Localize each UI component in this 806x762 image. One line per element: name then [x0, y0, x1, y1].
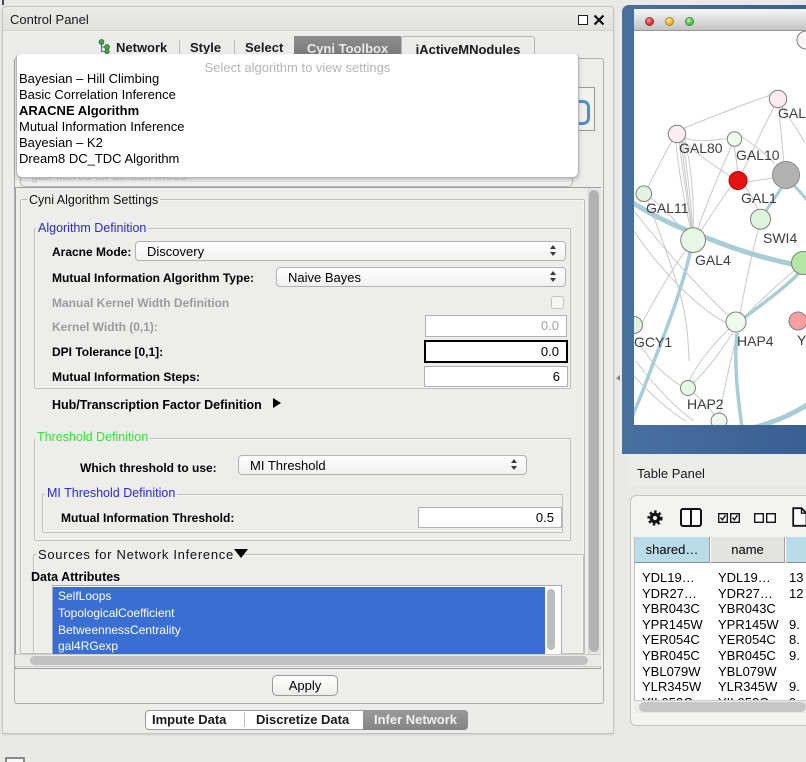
svg-text:HAP4: HAP4	[737, 333, 774, 349]
svg-text:GAL1: GAL1	[741, 190, 777, 206]
svg-text:GAL80: GAL80	[679, 140, 723, 156]
svg-text:GAL: GAL	[778, 105, 806, 121]
svg-text:SWI4: SWI4	[763, 230, 797, 246]
svg-text:HAP2: HAP2	[687, 396, 724, 412]
svg-text:Y: Y	[797, 332, 806, 348]
svg-text:GAL10: GAL10	[736, 147, 780, 163]
svg-text:GCY1: GCY1	[634, 334, 672, 350]
svg-text:GAL4: GAL4	[695, 252, 731, 268]
svg-text:GAL11: GAL11	[646, 200, 689, 216]
